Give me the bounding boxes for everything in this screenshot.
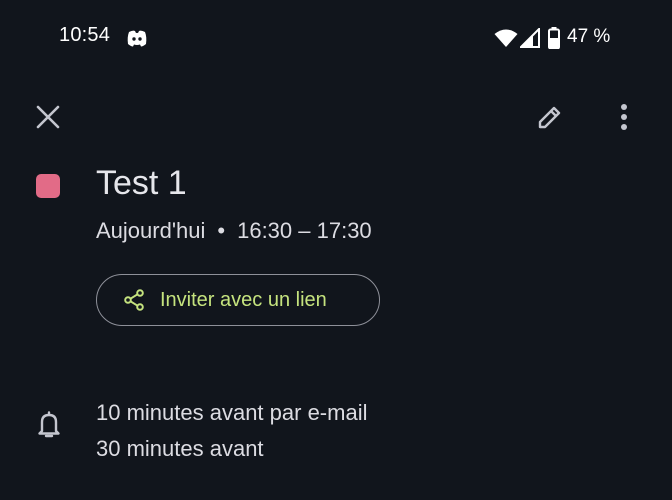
reminder-item[interactable]: 10 minutes avant par e-mail [96,395,367,431]
event-time-range: 16:30 – 17:30 [237,218,372,243]
discord-icon [127,30,147,47]
status-bar: 10:54 47 % [0,0,672,78]
more-options-button[interactable] [604,97,644,137]
reminder-item[interactable]: 30 minutes avant [96,431,367,467]
bell-icon [38,411,60,438]
edit-button[interactable] [530,97,570,137]
close-button[interactable] [28,97,68,137]
wifi-icon [494,29,518,47]
battery-percentage: 47 % [567,26,611,47]
event-date-time: Aujourd'hui • 16:30 – 17:30 [96,218,372,244]
event-title: Test 1 [96,164,187,202]
battery-icon [548,27,560,49]
date-separator: • [217,218,226,243]
close-icon [36,105,60,129]
event-color-swatch [36,174,60,198]
invite-button-label: Inviter avec un lien [160,288,327,311]
invite-with-link-button[interactable]: Inviter avec un lien [96,274,380,326]
status-time: 10:54 [59,24,111,46]
signal-icon [520,28,540,48]
event-date: Aujourd'hui [96,218,206,243]
reminder-list: 10 minutes avant par e-mail 30 minutes a… [96,395,367,467]
more-vert-icon [621,104,627,130]
share-icon [124,289,144,311]
edit-pencil-icon [538,106,561,129]
